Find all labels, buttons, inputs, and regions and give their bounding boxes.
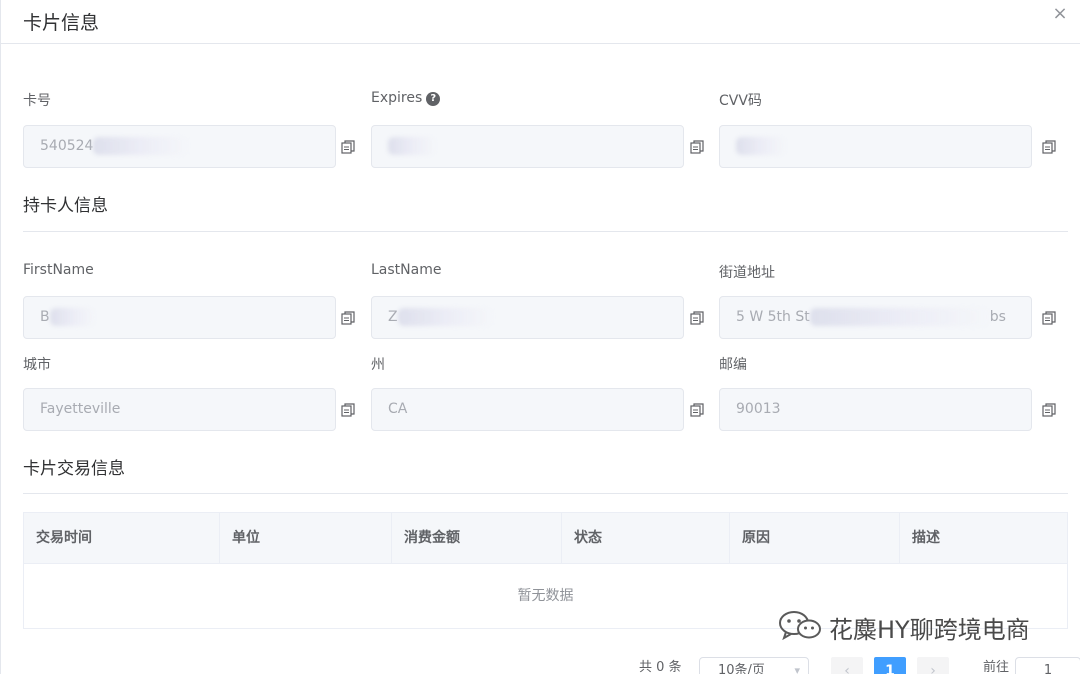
dialog-title: 卡片信息 — [23, 12, 100, 34]
zip-field[interactable]: 90013 — [719, 388, 1032, 431]
chevron-down-icon: ▾ — [794, 664, 800, 674]
expires-label: Expires — [371, 90, 423, 106]
copy-icon[interactable] — [341, 140, 355, 154]
question-circle-icon[interactable]: ? — [426, 92, 441, 106]
transactions-section-title: 卡片交易信息 — [23, 459, 125, 479]
zip-label: 邮编 — [719, 357, 747, 373]
lastname-value: Z — [388, 309, 398, 325]
firstname-label: FirstName — [23, 262, 94, 278]
street-label: 街道地址 — [719, 265, 775, 281]
section-divider — [23, 493, 1068, 494]
copy-icon[interactable] — [1042, 311, 1056, 325]
page-size-select[interactable]: 10条/页 ▾ — [699, 657, 809, 674]
prev-page-button[interactable]: ‹ — [831, 657, 863, 674]
cvv-field[interactable] — [719, 125, 1032, 168]
street-suffix: bs — [989, 309, 1006, 325]
table-header: 交易时间 单位 消费金额 状态 原因 描述 — [24, 513, 1067, 564]
cvv-label: CVV码 — [719, 93, 762, 109]
holder-section-title: 持卡人信息 — [23, 196, 108, 216]
copy-icon[interactable] — [1042, 403, 1056, 417]
city-field[interactable]: Fayetteville — [23, 388, 336, 431]
copy-icon[interactable] — [341, 311, 355, 325]
section-divider — [23, 231, 1068, 232]
copy-icon[interactable] — [690, 311, 704, 325]
lastname-field[interactable]: Z — [371, 296, 684, 339]
city-label: 城市 — [23, 357, 51, 373]
pagination-total: 共 0 条 — [639, 660, 682, 674]
firstname-field[interactable]: B — [23, 296, 336, 339]
street-field[interactable]: 5 W 5th St bs — [719, 296, 1032, 339]
column-header-unit[interactable]: 单位 — [220, 513, 392, 564]
firstname-value: B — [40, 309, 50, 325]
state-label: 州 — [371, 357, 385, 373]
expires-field[interactable] — [371, 125, 684, 168]
card-number-label: 卡号 — [23, 93, 51, 109]
lastname-label: LastName — [371, 262, 442, 278]
column-header-status[interactable]: 状态 — [562, 513, 730, 564]
expires-label-wrap: Expires? — [371, 90, 441, 106]
redacted-blur — [397, 308, 493, 326]
redacted-blur — [736, 137, 786, 155]
column-header-amount[interactable]: 消费金额 — [392, 513, 562, 564]
page-number-current[interactable]: 1 — [874, 657, 906, 674]
card-info-dialog: 卡片信息 × 卡号 Expires? CVV码 540524 持卡人信息 Fir… — [0, 0, 1080, 674]
wechat-icon — [777, 610, 823, 644]
next-page-button[interactable]: › — [917, 657, 949, 674]
goto-label: 前往 — [983, 660, 1010, 674]
page-size-value: 10条/页 — [718, 663, 765, 674]
street-value: 5 W 5th St — [736, 309, 810, 325]
copy-icon[interactable] — [690, 140, 704, 154]
close-icon[interactable]: × — [1051, 5, 1069, 23]
redacted-blur — [388, 137, 436, 155]
card-number-value: 540524 — [40, 138, 94, 154]
goto-page-input[interactable]: 1 — [1015, 657, 1080, 674]
state-field[interactable]: CA — [371, 388, 684, 431]
card-number-field[interactable]: 540524 — [23, 125, 336, 168]
copy-icon[interactable] — [341, 403, 355, 417]
column-header-description[interactable]: 描述 — [900, 513, 1067, 564]
redacted-blur — [809, 308, 990, 326]
copy-icon[interactable] — [1042, 140, 1056, 154]
column-header-time[interactable]: 交易时间 — [24, 513, 220, 564]
column-header-reason[interactable]: 原因 — [730, 513, 900, 564]
watermark: 花麋HY聊跨境电商 — [777, 610, 1030, 644]
redacted-blur — [49, 308, 95, 326]
redacted-blur — [93, 137, 189, 155]
watermark-text: 花麋HY聊跨境电商 — [829, 615, 1030, 644]
copy-icon[interactable] — [690, 403, 704, 417]
dialog-header: 卡片信息 × — [1, 0, 1080, 44]
